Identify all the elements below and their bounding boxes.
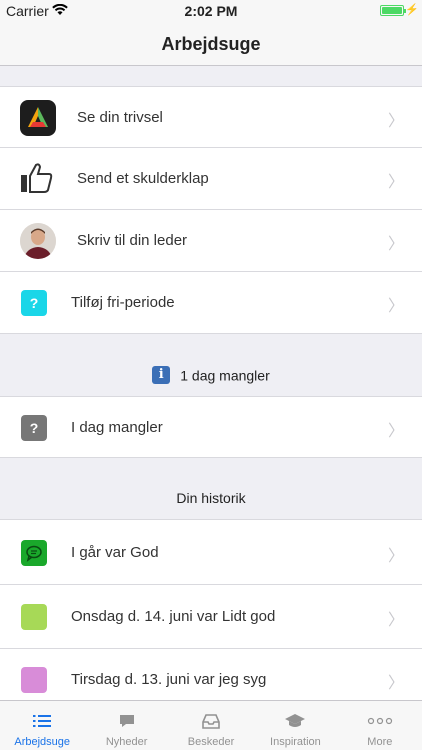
history-label: Tirsdag d. 13. juni var jeg syg — [71, 671, 267, 688]
info-icon: i — [152, 366, 171, 385]
tab-label: More — [367, 736, 393, 748]
missing-label: I dag mangler — [71, 419, 163, 436]
chevron-right-icon: 〉 — [387, 612, 404, 629]
mood-swatch — [21, 667, 47, 693]
inbox-icon — [169, 709, 253, 733]
tab-arbejdsuge[interactable]: Arbejdsuge — [0, 701, 84, 750]
tab-label: Inspiration — [270, 736, 321, 748]
tab-inspiration[interactable]: Inspiration — [253, 701, 337, 750]
chevron-right-icon: 〉 — [387, 174, 404, 191]
tab-label: Nyheder — [105, 736, 148, 748]
chat-bubble-icon — [84, 709, 168, 733]
history-label: Onsdag d. 14. juni var Lidt god — [71, 608, 276, 625]
tab-label: Arbejdsuge — [14, 736, 71, 748]
charging-bolt-icon: ⚡ — [405, 4, 419, 16]
thumbs-up-icon — [20, 162, 54, 199]
action-label: Skriv til din leder — [77, 232, 188, 249]
mood-swatch — [21, 604, 47, 630]
chevron-right-icon: 〉 — [387, 236, 404, 253]
chat-bubble-icon — [21, 540, 47, 566]
history-header: Din historik — [0, 490, 422, 506]
avatar — [20, 223, 56, 259]
tab-bar: Arbejdsuge Nyheder Beskeder Inspiration … — [0, 700, 422, 750]
history-label: I går var God — [71, 544, 159, 561]
action-row-leder[interactable]: Skriv til din leder 〉 — [0, 210, 422, 272]
history-row[interactable]: I går var God 〉 — [0, 519, 422, 585]
more-icon — [338, 709, 422, 733]
chevron-right-icon: 〉 — [387, 298, 404, 315]
chevron-right-icon: 〉 — [387, 548, 404, 565]
history-header-label: Din historik — [176, 490, 246, 506]
history-row[interactable]: Tirsdag d. 13. juni var jeg syg 〉 — [0, 649, 422, 700]
chevron-right-icon: 〉 — [387, 113, 404, 130]
action-row-trivsel[interactable]: Se din trivsel 〉 — [0, 86, 422, 148]
list-icon — [0, 709, 84, 733]
graduation-cap-icon — [253, 709, 337, 733]
tab-label: Beskeder — [187, 736, 235, 748]
status-bar: Carrier 2:02 PM ⚡ — [0, 0, 422, 22]
battery-icon — [380, 5, 406, 16]
question-icon: ? — [21, 290, 47, 316]
trivsel-app-icon — [20, 100, 56, 136]
action-row-fri-periode[interactable]: ? Tilføj fri-periode 〉 — [0, 272, 422, 334]
missing-header: i 1 dag mangler — [0, 366, 422, 385]
action-label: Tilføj fri-periode — [71, 294, 175, 311]
page-title: Arbejdsuge — [161, 34, 261, 54]
chevron-right-icon: 〉 — [387, 423, 404, 440]
status-time: 2:02 PM — [184, 3, 238, 19]
history-row[interactable]: Onsdag d. 14. juni var Lidt god 〉 — [0, 585, 422, 649]
chevron-right-icon: 〉 — [387, 675, 404, 692]
nav-bar: Arbejdsuge — [0, 22, 422, 66]
action-row-skulderklap[interactable]: Send et skulderklap 〉 — [0, 148, 422, 210]
missing-row[interactable]: ? I dag mangler 〉 — [0, 396, 422, 458]
action-label: Send et skulderklap — [77, 170, 209, 187]
missing-header-label: 1 dag mangler — [180, 367, 270, 384]
tab-nyheder[interactable]: Nyheder — [84, 701, 168, 750]
question-icon: ? — [21, 415, 47, 441]
action-label: Se din trivsel — [77, 109, 163, 126]
tab-more[interactable]: More — [338, 701, 422, 750]
tab-beskeder[interactable]: Beskeder — [169, 701, 253, 750]
